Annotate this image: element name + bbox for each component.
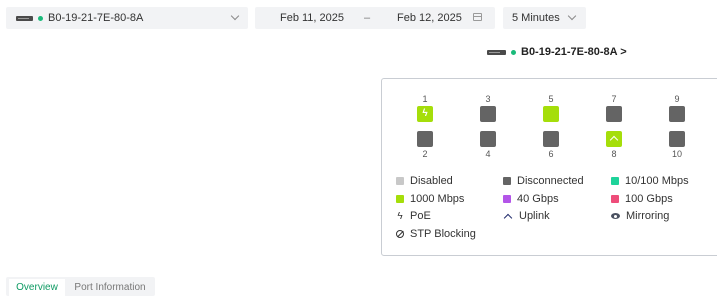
port-4[interactable] [480, 131, 496, 147]
legend-label: Disconnected [517, 175, 584, 187]
chevron-up-icon [609, 135, 619, 145]
port-number: 9 [674, 94, 680, 104]
legend-40-gbps: 40 Gbps [503, 193, 559, 205]
date-separator: – [364, 12, 371, 24]
legend-1000-mbps: 1000 Mbps [396, 193, 464, 205]
device-header-label: B0-19-21-7E-80-8A > [521, 46, 627, 58]
legend-poe: ϟ PoE [396, 210, 431, 222]
port-8[interactable] [606, 131, 622, 147]
tab-port-information[interactable]: Port Information [68, 279, 152, 296]
legend-label: Uplink [519, 210, 550, 222]
port-9[interactable] [669, 106, 685, 122]
tab-bar: Overview Port Information [6, 277, 155, 296]
legend-label: STP Blocking [410, 228, 476, 240]
legend-label: 10/100 Mbps [625, 175, 689, 187]
legend-disconnected: Disconnected [503, 175, 584, 187]
legend-100-gbps: 100 Gbps [611, 193, 673, 205]
interval-select[interactable]: 5 Minutes [503, 7, 586, 29]
port-10[interactable] [669, 131, 685, 147]
port-number: 6 [548, 149, 554, 159]
port-1[interactable]: ϟ [417, 106, 433, 122]
legend-uplink: Uplink [503, 210, 550, 222]
port-number: 5 [548, 94, 554, 104]
port-number: 1 [422, 94, 428, 104]
port-number: 3 [485, 94, 491, 104]
port-6[interactable] [543, 131, 559, 147]
eye-icon [611, 213, 620, 219]
port-number: 10 [671, 149, 682, 159]
legend-disabled: Disabled [396, 175, 453, 187]
legend-10-100-mbps: 10/100 Mbps [611, 175, 689, 187]
port-3[interactable] [480, 106, 496, 122]
port-2[interactable] [417, 131, 433, 147]
legend-mirroring: Mirroring [611, 210, 669, 222]
disabled-swatch [396, 177, 404, 185]
online-status-dot [38, 15, 43, 21]
port-number: 7 [611, 94, 617, 104]
legend-label: Mirroring [626, 210, 670, 222]
end-date[interactable]: Feb 12, 2025 [397, 12, 462, 24]
device-select-value: B0-19-21-7E-80-8A [48, 12, 144, 24]
date-range-picker[interactable]: Feb 11, 2025 – Feb 12, 2025 [255, 7, 495, 29]
legend-label: Disabled [410, 175, 453, 187]
lightning-icon: ϟ [397, 210, 403, 222]
tab-overview[interactable]: Overview [9, 279, 65, 296]
legend-label: 1000 Mbps [410, 193, 465, 205]
speed-1000-swatch [396, 195, 404, 203]
speed-100g-swatch [611, 195, 619, 203]
legend-label: PoE [410, 210, 431, 222]
online-status-dot [511, 49, 516, 55]
device-header-link[interactable]: B0-19-21-7E-80-8A > [487, 46, 627, 58]
port-7[interactable] [606, 106, 622, 122]
port-number: 2 [422, 149, 428, 159]
start-date[interactable]: Feb 11, 2025 [280, 12, 344, 24]
chevron-down-icon [230, 11, 240, 21]
interval-select-value: 5 Minutes [512, 12, 560, 24]
legend-label: 100 Gbps [625, 193, 673, 205]
switch-icon [16, 15, 33, 21]
disconnected-swatch [503, 177, 511, 185]
legend-label: 40 Gbps [517, 193, 559, 205]
speed-40g-swatch [503, 195, 511, 203]
switch-icon [487, 49, 506, 55]
chevron-up-icon [503, 213, 513, 222]
speed-10-100-swatch [611, 177, 619, 185]
port-panel: 1 ϟ 3 5 7 9 2 4 6 8 10 Disabled Disconne… [381, 78, 717, 256]
block-icon [396, 230, 404, 238]
port-number: 4 [485, 149, 491, 159]
port-number: 8 [611, 149, 617, 159]
port-5[interactable] [543, 106, 559, 122]
legend-stp-blocking: STP Blocking [396, 228, 476, 240]
chevron-down-icon [567, 11, 577, 21]
calendar-icon[interactable] [473, 13, 482, 21]
device-select[interactable]: B0-19-21-7E-80-8A [6, 7, 248, 29]
lightning-icon: ϟ [422, 108, 428, 119]
